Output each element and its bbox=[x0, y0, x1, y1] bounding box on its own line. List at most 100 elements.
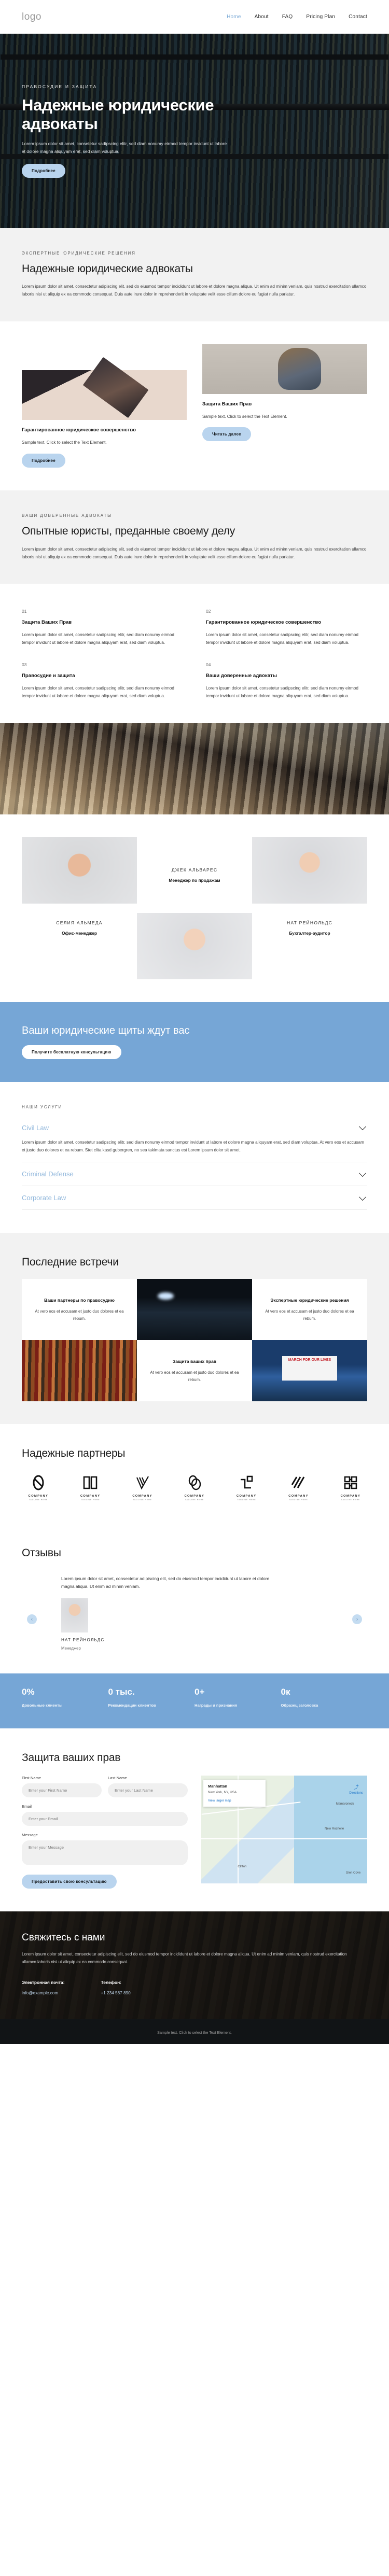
chevron-down-icon[interactable] bbox=[358, 1193, 367, 1201]
stat-value: 0к bbox=[281, 1686, 290, 1697]
partner-logo[interactable]: COMPANY TAGLINE HERE bbox=[178, 1474, 211, 1501]
cta-consultation-button[interactable]: Получите бесплатную консультацию bbox=[22, 1045, 121, 1059]
location-map[interactable]: Manhattan New York, NY, USA View larger … bbox=[201, 1776, 367, 1883]
message-group: Message bbox=[22, 1833, 188, 1868]
team-member-role: Бухгалтер-аудитор bbox=[289, 930, 330, 936]
footer-phone-value[interactable]: +1 234 567 890 bbox=[101, 1991, 131, 1995]
hero-cta-button[interactable]: Подробнее bbox=[22, 163, 65, 178]
logo[interactable]: logo bbox=[22, 11, 41, 23]
feature-text: Lorem ipsum dolor sit amet, consetetur s… bbox=[22, 686, 174, 699]
team-avatar bbox=[252, 837, 367, 904]
trusted-eyebrow: ВАШИ ДОВЕРЕННЫЕ АДВОКАТЫ bbox=[22, 513, 113, 518]
card-legal-excellence: Гарантированное юридическое совершенство… bbox=[22, 344, 187, 468]
nav-item-pricing-plan[interactable]: Pricing Plan bbox=[306, 14, 335, 20]
stat-label: Награды и признания bbox=[195, 1702, 238, 1708]
card-title: Гарантированное юридическое совершенство bbox=[22, 427, 136, 433]
map-label: Clifton bbox=[238, 1865, 247, 1868]
map-view-larger-link[interactable]: View larger map bbox=[208, 1799, 261, 1803]
card-button-more[interactable]: Подробнее bbox=[22, 454, 65, 468]
hero-section: ПРАВОСУДИЕ И ЗАЩИТА Надежные юридические… bbox=[0, 34, 389, 228]
accordion-item-corporate-law[interactable]: Corporate Law bbox=[22, 1186, 367, 1210]
last-name-input[interactable] bbox=[108, 1783, 188, 1797]
partner-tagline: TAGLINE HERE bbox=[237, 1498, 256, 1501]
gallery-cell-title: Ваши партнеры по правосудию bbox=[44, 1297, 115, 1303]
feature-item: 02 Гарантированное юридическое совершенс… bbox=[206, 609, 367, 646]
partner-name: COMPANY bbox=[132, 1494, 152, 1498]
feature-title: Защита Ваших Прав bbox=[22, 619, 72, 625]
check-mark-icon bbox=[126, 1474, 159, 1491]
feature-number: 02 bbox=[206, 608, 211, 614]
law-books-image bbox=[22, 1340, 137, 1402]
nav-item-faq[interactable]: FAQ bbox=[282, 14, 293, 20]
first-name-input[interactable] bbox=[22, 1783, 102, 1797]
courthouse-columns-banner-image bbox=[0, 723, 389, 814]
partner-logo[interactable]: COMPANY TAGLINE HERE bbox=[126, 1474, 159, 1501]
map-directions-button[interactable]: ⤴ Directions bbox=[349, 1783, 363, 1795]
book-mark-icon bbox=[74, 1474, 107, 1491]
stat-item: 0 тыс. Рекомендации клиентов bbox=[108, 1687, 195, 1708]
accordion-header[interactable]: Corporate Law bbox=[22, 1193, 367, 1202]
map-info-card[interactable]: Manhattan New York, NY, USA View larger … bbox=[203, 1780, 266, 1807]
submit-consultation-button[interactable]: Предоставить свою консультацию bbox=[22, 1875, 117, 1889]
gallery-cell-title: Экспертные юридические решения bbox=[270, 1297, 349, 1303]
accordion-item-civil-law[interactable]: Civil Law Lorem ipsum dolor sit amet, co… bbox=[22, 1116, 367, 1163]
partner-name: COMPANY bbox=[184, 1494, 205, 1498]
feature-text: Lorem ipsum dolor sit amet, consetetur s… bbox=[22, 632, 174, 645]
accordion-item-criminal-defense[interactable]: Criminal Defense bbox=[22, 1162, 367, 1187]
nav-item-home[interactable]: Home bbox=[227, 14, 241, 20]
gallery-section: Последние встречи Ваши партнеры по право… bbox=[0, 1233, 389, 1425]
card-button-read-more[interactable]: Читать далее bbox=[202, 427, 251, 442]
bottom-bar: Sample text. Click to select the Text El… bbox=[0, 2019, 389, 2044]
partner-logo[interactable]: COMPANY TAGLINE HERE bbox=[230, 1474, 263, 1501]
contact-section: Защита ваших прав First Name Last Name E… bbox=[0, 1728, 389, 1911]
footer-phone-block: Телефон: +1 234 567 890 bbox=[101, 1980, 131, 1995]
partner-logo[interactable]: COMPANY TAGLINE HERE bbox=[74, 1474, 107, 1501]
testimonial-next-arrow-icon[interactable]: › bbox=[352, 1614, 362, 1624]
site-header: logo Home About FAQ Pricing Plan Contact bbox=[0, 0, 389, 34]
partner-tagline: TAGLINE HERE bbox=[81, 1498, 100, 1501]
chevron-down-icon[interactable] bbox=[358, 1169, 367, 1177]
stat-label: Образец заголовка bbox=[281, 1702, 318, 1708]
feature-title: Гарантированное юридическое совершенство bbox=[206, 619, 322, 625]
trusted-paragraph: Lorem ipsum dolor sit amet, consectetur … bbox=[22, 546, 367, 559]
email-label: Email bbox=[22, 1804, 32, 1809]
card-rights-protection: Защита Ваших Прав Sample text. Click to … bbox=[202, 344, 367, 468]
map-address: New York, NY, USA bbox=[208, 1791, 237, 1794]
feature-text: Lorem ipsum dolor sit amet, consetetur s… bbox=[206, 632, 358, 645]
testimonial-prev-arrow-icon[interactable]: ‹ bbox=[27, 1614, 37, 1624]
partner-logo[interactable]: COMPANY TAGLINE HERE bbox=[282, 1474, 315, 1501]
footer-email-value[interactable]: info@example.com bbox=[22, 1991, 65, 1995]
nav-item-contact[interactable]: Contact bbox=[349, 14, 367, 20]
chevron-down-icon[interactable] bbox=[358, 1123, 367, 1131]
feature-item: 01 Защита Ваших Прав Lorem ipsum dolor s… bbox=[22, 609, 183, 646]
message-label: Message bbox=[22, 1833, 38, 1837]
message-textarea[interactable] bbox=[22, 1840, 188, 1865]
slashes-mark-icon bbox=[282, 1474, 315, 1491]
team-member-info-celia: СЕЛИЯ АЛЬМЕДА Офис-менеджер bbox=[22, 913, 137, 936]
intro-section: ЭКСПЕРТНЫЕ ЮРИДИЧЕСКИЕ РЕШЕНИЯ Надежные … bbox=[0, 228, 389, 321]
team-member-role: Менеджер по продажам bbox=[169, 877, 220, 883]
partner-tagline: TAGLINE HERE bbox=[289, 1498, 308, 1501]
nav-item-about[interactable]: About bbox=[255, 14, 269, 20]
team-member-info-jack: ДЖЕК АЛЬВАРЕС Менеджер по продажам bbox=[137, 837, 252, 883]
testimonial-quote: Lorem ipsum dolor sit amet, consectetur … bbox=[61, 1575, 270, 1589]
accordion-header[interactable]: Civil Law bbox=[22, 1123, 367, 1132]
footer-title: Свяжитесь с нами bbox=[22, 1932, 105, 1943]
email-input[interactable] bbox=[22, 1812, 188, 1826]
bottom-bar-text: Sample text. Click to select the Text El… bbox=[157, 2030, 232, 2035]
trusted-title: Опытные юристы, преданные своему делу bbox=[22, 525, 235, 538]
partner-name: COMPANY bbox=[236, 1494, 257, 1498]
hero-paragraph: Lorem ipsum dolor sit amet, consetetur s… bbox=[22, 141, 227, 154]
features-section: 01 Защита Ваших Прав Lorem ipsum dolor s… bbox=[0, 583, 389, 723]
partner-logo[interactable]: COMPANY TAGLINE HERE bbox=[334, 1474, 367, 1501]
partner-logo[interactable]: COMPANY TAGLINE HERE bbox=[22, 1474, 55, 1501]
card-text: Sample text. Click to select the Text El… bbox=[22, 440, 107, 445]
testimonial-author: НАТ РЕЙНОЛЬДС bbox=[61, 1637, 105, 1642]
accordion-header[interactable]: Criminal Defense bbox=[22, 1169, 367, 1178]
team-member-photo-center bbox=[137, 912, 252, 979]
map-label: Glen Cove bbox=[345, 1871, 361, 1875]
partner-name: COMPANY bbox=[80, 1494, 101, 1498]
feature-item: 03 Правосудие и защита Lorem ipsum dolor… bbox=[22, 662, 183, 700]
card-text: Sample text. Click to select the Text El… bbox=[202, 414, 287, 419]
map-road bbox=[201, 1838, 367, 1839]
